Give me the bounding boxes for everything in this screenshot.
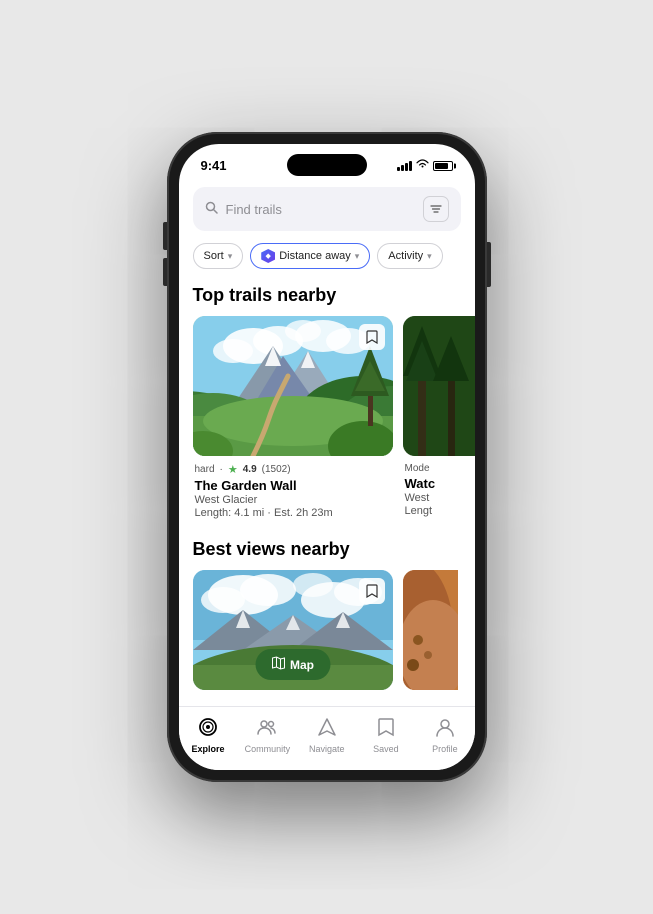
nav-community[interactable]: Community [245, 717, 291, 754]
community-label: Community [245, 744, 291, 754]
nav-profile[interactable]: Profile [422, 717, 467, 754]
trail-card-2-info: Mode Watc West Lengt [403, 456, 475, 517]
map-button[interactable]: Map [255, 649, 330, 680]
dynamic-island [287, 154, 367, 176]
star-icon: ★ [228, 463, 238, 476]
best-views-cards: Map [179, 570, 475, 704]
reviews-count: (1502) [262, 464, 291, 475]
map-icon [271, 656, 285, 673]
activity-label: Activity [388, 250, 423, 262]
trail-card-1-bookmark[interactable] [359, 324, 385, 350]
best-views-title: Best views nearby [179, 533, 475, 570]
difficulty-2: Mode [405, 463, 430, 474]
distance-hex-icon: ◆ [261, 249, 275, 263]
phone-frame: 9:41 [167, 132, 487, 782]
filter-button[interactable] [423, 196, 449, 222]
trail-card-1-info: hard · ★ 4.9 (1502) The Garden Wall West… [193, 456, 393, 519]
saved-label: Saved [373, 744, 399, 754]
trail-location-2: West [405, 492, 475, 504]
status-icons [397, 159, 453, 172]
trail-details-2: Lengt [405, 505, 475, 517]
top-trails-title: Top trails nearby [179, 279, 475, 316]
search-icon [205, 201, 218, 217]
phone-screen: 9:41 [179, 144, 475, 770]
trail-card-1-image [193, 316, 393, 456]
trail-card-2[interactable]: Mode Watc West Lengt [403, 316, 475, 519]
filter-chips: Sort ▾ ◆ Distance away ▾ Activity ▾ [179, 239, 475, 279]
sort-chevron: ▾ [228, 251, 233, 262]
trail-name: The Garden Wall [195, 478, 391, 493]
difficulty-label: hard [195, 464, 215, 475]
search-bar[interactable]: Find trails [193, 187, 461, 231]
trail-name-2: Watc [405, 476, 475, 491]
status-time: 9:41 [201, 158, 227, 173]
top-trails-cards: hard · ★ 4.9 (1502) The Garden Wall West… [179, 316, 475, 533]
view-card-1-bookmark[interactable] [359, 578, 385, 604]
main-scroll[interactable]: Top trails nearby [179, 279, 475, 706]
signal-icon [397, 161, 412, 171]
nav-explore[interactable]: Explore [186, 717, 231, 754]
view-card-1[interactable]: Map [193, 570, 393, 690]
trail-card-1-meta: hard · ★ 4.9 (1502) [195, 463, 391, 476]
distance-chevron: ▾ [355, 251, 360, 262]
explore-icon [198, 717, 218, 742]
activity-chevron: ▾ [427, 251, 432, 262]
trail-location: West Glacier [195, 494, 391, 506]
explore-label: Explore [192, 744, 225, 754]
bottom-nav: Explore Community [179, 706, 475, 770]
profile-icon [435, 717, 455, 742]
profile-label: Profile [432, 744, 458, 754]
content: Find trails Sort ▾ [179, 179, 475, 770]
nav-navigate[interactable]: Navigate [304, 717, 349, 754]
trail-card-2-meta: Mode [405, 463, 475, 474]
search-bar-container: Find trails [179, 179, 475, 239]
trail-card-2-image [403, 316, 475, 456]
map-label: Map [290, 658, 314, 672]
trail-details: Length: 4.1 mi · Est. 2h 23m [195, 507, 391, 519]
battery-icon [433, 161, 453, 171]
navigate-label: Navigate [309, 744, 345, 754]
rating-value: 4.9 [243, 464, 257, 475]
nav-saved[interactable]: Saved [363, 717, 408, 754]
sort-chip[interactable]: Sort ▾ [193, 243, 244, 269]
search-placeholder: Find trails [226, 202, 415, 217]
distance-chip[interactable]: ◆ Distance away ▾ [250, 243, 370, 269]
community-icon [257, 717, 277, 742]
activity-chip[interactable]: Activity ▾ [377, 243, 442, 269]
distance-label: Distance away [279, 250, 351, 262]
saved-icon [376, 717, 396, 742]
sort-label: Sort [204, 250, 224, 262]
trail-card-1[interactable]: hard · ★ 4.9 (1502) The Garden Wall West… [193, 316, 393, 519]
navigate-icon [317, 717, 337, 742]
view-card-2[interactable] [403, 570, 458, 690]
wifi-icon [416, 159, 429, 172]
